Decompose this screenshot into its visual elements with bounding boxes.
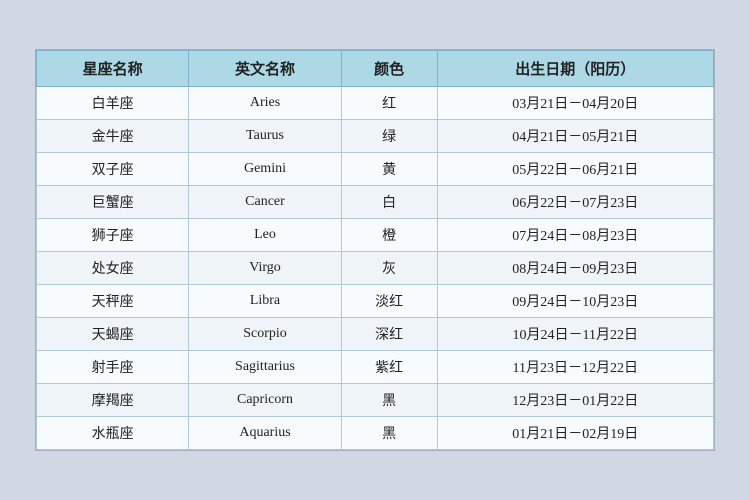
cell-0-1: Aries xyxy=(189,87,341,120)
cell-9-2: 黑 xyxy=(341,384,437,417)
cell-6-0: 天秤座 xyxy=(37,285,189,318)
cell-8-2: 紫红 xyxy=(341,351,437,384)
cell-10-3: 01月21日－02月19日 xyxy=(437,417,713,450)
cell-2-3: 05月22日－06月21日 xyxy=(437,153,713,186)
cell-5-1: Virgo xyxy=(189,252,341,285)
zodiac-table: 星座名称英文名称颜色出生日期（阳历） 白羊座Aries红03月21日－04月20… xyxy=(36,50,714,450)
table-row: 水瓶座Aquarius黑01月21日－02月19日 xyxy=(37,417,714,450)
cell-10-1: Aquarius xyxy=(189,417,341,450)
cell-2-2: 黄 xyxy=(341,153,437,186)
cell-8-3: 11月23日－12月22日 xyxy=(437,351,713,384)
cell-7-2: 深红 xyxy=(341,318,437,351)
cell-5-3: 08月24日－09月23日 xyxy=(437,252,713,285)
cell-0-3: 03月21日－04月20日 xyxy=(437,87,713,120)
cell-1-3: 04月21日－05月21日 xyxy=(437,120,713,153)
table-body: 白羊座Aries红03月21日－04月20日金牛座Taurus绿04月21日－0… xyxy=(37,87,714,450)
cell-6-3: 09月24日－10月23日 xyxy=(437,285,713,318)
cell-1-2: 绿 xyxy=(341,120,437,153)
cell-9-0: 摩羯座 xyxy=(37,384,189,417)
cell-4-2: 橙 xyxy=(341,219,437,252)
table-row: 狮子座Leo橙07月24日－08月23日 xyxy=(37,219,714,252)
cell-6-2: 淡红 xyxy=(341,285,437,318)
header-col-3: 出生日期（阳历） xyxy=(437,51,713,87)
table-row: 巨蟹座Cancer白06月22日－07月23日 xyxy=(37,186,714,219)
header-col-0: 星座名称 xyxy=(37,51,189,87)
zodiac-table-container: 星座名称英文名称颜色出生日期（阳历） 白羊座Aries红03月21日－04月20… xyxy=(35,49,715,451)
cell-7-3: 10月24日－11月22日 xyxy=(437,318,713,351)
cell-5-2: 灰 xyxy=(341,252,437,285)
cell-4-0: 狮子座 xyxy=(37,219,189,252)
header-col-1: 英文名称 xyxy=(189,51,341,87)
cell-5-0: 处女座 xyxy=(37,252,189,285)
table-row: 双子座Gemini黄05月22日－06月21日 xyxy=(37,153,714,186)
header-col-2: 颜色 xyxy=(341,51,437,87)
table-row: 白羊座Aries红03月21日－04月20日 xyxy=(37,87,714,120)
table-header-row: 星座名称英文名称颜色出生日期（阳历） xyxy=(37,51,714,87)
table-row: 天秤座Libra淡红09月24日－10月23日 xyxy=(37,285,714,318)
cell-9-1: Capricorn xyxy=(189,384,341,417)
cell-4-1: Leo xyxy=(189,219,341,252)
table-row: 金牛座Taurus绿04月21日－05月21日 xyxy=(37,120,714,153)
table-row: 摩羯座Capricorn黑12月23日－01月22日 xyxy=(37,384,714,417)
cell-2-1: Gemini xyxy=(189,153,341,186)
cell-8-1: Sagittarius xyxy=(189,351,341,384)
cell-4-3: 07月24日－08月23日 xyxy=(437,219,713,252)
cell-3-2: 白 xyxy=(341,186,437,219)
cell-3-1: Cancer xyxy=(189,186,341,219)
table-row: 天蝎座Scorpio深红10月24日－11月22日 xyxy=(37,318,714,351)
cell-1-1: Taurus xyxy=(189,120,341,153)
cell-8-0: 射手座 xyxy=(37,351,189,384)
cell-7-0: 天蝎座 xyxy=(37,318,189,351)
cell-0-2: 红 xyxy=(341,87,437,120)
cell-2-0: 双子座 xyxy=(37,153,189,186)
cell-1-0: 金牛座 xyxy=(37,120,189,153)
table-row: 射手座Sagittarius紫红11月23日－12月22日 xyxy=(37,351,714,384)
cell-6-1: Libra xyxy=(189,285,341,318)
cell-3-0: 巨蟹座 xyxy=(37,186,189,219)
cell-10-0: 水瓶座 xyxy=(37,417,189,450)
table-row: 处女座Virgo灰08月24日－09月23日 xyxy=(37,252,714,285)
cell-3-3: 06月22日－07月23日 xyxy=(437,186,713,219)
cell-9-3: 12月23日－01月22日 xyxy=(437,384,713,417)
cell-0-0: 白羊座 xyxy=(37,87,189,120)
cell-7-1: Scorpio xyxy=(189,318,341,351)
cell-10-2: 黑 xyxy=(341,417,437,450)
